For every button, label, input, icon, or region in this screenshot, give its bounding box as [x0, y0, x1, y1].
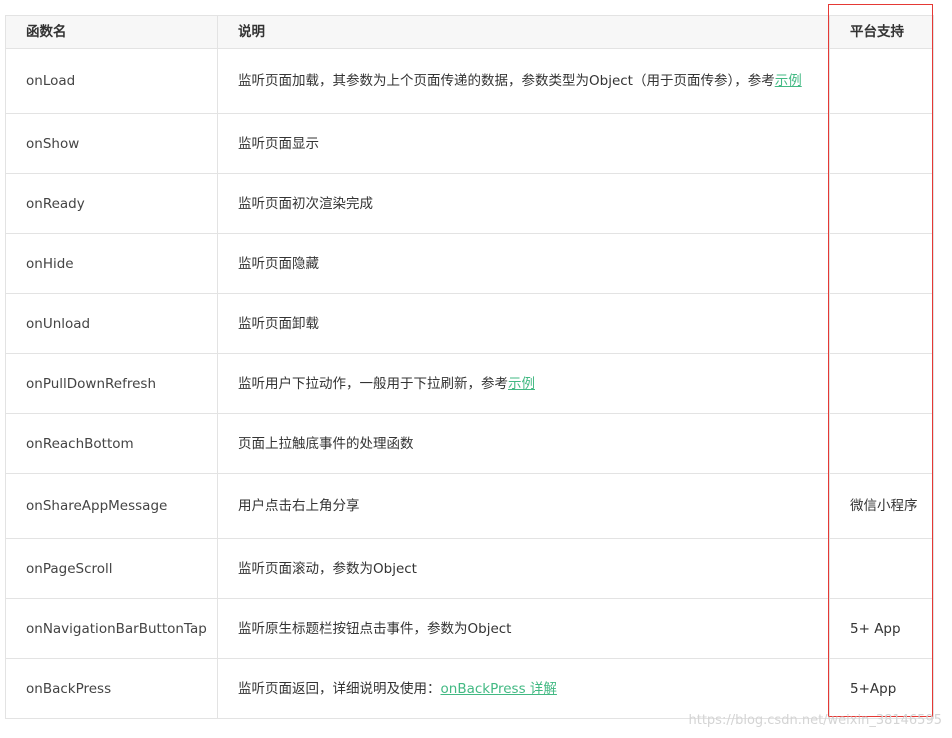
- platform-cell: [829, 233, 934, 294]
- function-desc: 监听页面滚动，参数为Object: [217, 538, 830, 599]
- function-desc: 监听用户下拉动作，一般用于下拉刷新，参考示例: [217, 353, 830, 414]
- table-row: onShareAppMessage 用户点击右上角分享 微信小程序: [5, 473, 934, 539]
- function-name: onReachBottom: [5, 413, 218, 474]
- desc-text: 监听页面返回，详细说明及使用：: [238, 680, 441, 697]
- table-row: onPullDownRefresh 监听用户下拉动作，一般用于下拉刷新，参考示例: [5, 353, 934, 414]
- header-desc: 说明: [217, 15, 830, 49]
- table-header-row: 函数名 说明 平台支持: [5, 15, 934, 49]
- function-desc: 监听页面初次渲染完成: [217, 173, 830, 234]
- function-name: onBackPress: [5, 658, 218, 719]
- example-link[interactable]: 示例: [508, 376, 535, 392]
- function-name: onReady: [5, 173, 218, 234]
- function-name: onShow: [5, 113, 218, 174]
- header-name: 函数名: [5, 15, 218, 49]
- platform-cell: [829, 353, 934, 414]
- function-desc: 用户点击右上角分享: [217, 473, 830, 539]
- desc-text: 监听页面加载，其参数为上个页面传递的数据，参数类型为Object（用于页面传参）…: [238, 73, 775, 89]
- table-row: onShow 监听页面显示: [5, 113, 934, 174]
- platform-cell: [829, 173, 934, 234]
- table-row: onUnload 监听页面卸载: [5, 293, 934, 354]
- function-desc: 监听页面加载，其参数为上个页面传递的数据，参数类型为Object（用于页面传参）…: [217, 48, 830, 114]
- platform-cell: [829, 293, 934, 354]
- desc-text: 监听用户下拉动作，一般用于下拉刷新，参考: [238, 375, 508, 392]
- platform-cell: [829, 113, 934, 174]
- table-row: onPageScroll 监听页面滚动，参数为Object: [5, 538, 934, 599]
- function-desc: 监听页面隐藏: [217, 233, 830, 294]
- table-row: onNavigationBarButtonTap 监听原生标题栏按钮点击事件，参…: [5, 598, 934, 659]
- table-row: onLoad 监听页面加载，其参数为上个页面传递的数据，参数类型为Object（…: [5, 48, 934, 114]
- example-link[interactable]: 示例: [775, 73, 802, 89]
- platform-cell: 5+App: [829, 658, 934, 719]
- function-desc: 页面上拉触底事件的处理函数: [217, 413, 830, 474]
- function-name: onShareAppMessage: [5, 473, 218, 539]
- watermark: https://blog.csdn.net/weixin_38146595: [688, 713, 942, 728]
- function-name: onNavigationBarButtonTap: [5, 598, 218, 659]
- function-desc: 监听页面显示: [217, 113, 830, 174]
- table-row: onReady 监听页面初次渲染完成: [5, 173, 934, 234]
- function-desc: 监听原生标题栏按钮点击事件，参数为Object: [217, 598, 830, 659]
- function-name: onHide: [5, 233, 218, 294]
- table-row: onBackPress 监听页面返回，详细说明及使用：onBackPress 详…: [5, 658, 934, 719]
- function-desc: 监听页面卸载: [217, 293, 830, 354]
- function-name: onPageScroll: [5, 538, 218, 599]
- platform-cell: [829, 413, 934, 474]
- platform-cell: 5+ App: [829, 598, 934, 659]
- function-name: onLoad: [5, 48, 218, 114]
- platform-cell: 微信小程序: [829, 473, 934, 539]
- function-name: onPullDownRefresh: [5, 353, 218, 414]
- platform-cell: [829, 48, 934, 114]
- table-row: onHide 监听页面隐藏: [5, 233, 934, 294]
- header-platform: 平台支持: [829, 15, 934, 49]
- function-desc: 监听页面返回，详细说明及使用：onBackPress 详解: [217, 658, 830, 719]
- api-table: 函数名 说明 平台支持 onLoad 监听页面加载，其参数为上个页面传递的数据，…: [5, 15, 934, 719]
- onbackpress-detail-link[interactable]: onBackPress 详解: [441, 681, 557, 697]
- function-name: onUnload: [5, 293, 218, 354]
- platform-cell: [829, 538, 934, 599]
- table-row: onReachBottom 页面上拉触底事件的处理函数: [5, 413, 934, 474]
